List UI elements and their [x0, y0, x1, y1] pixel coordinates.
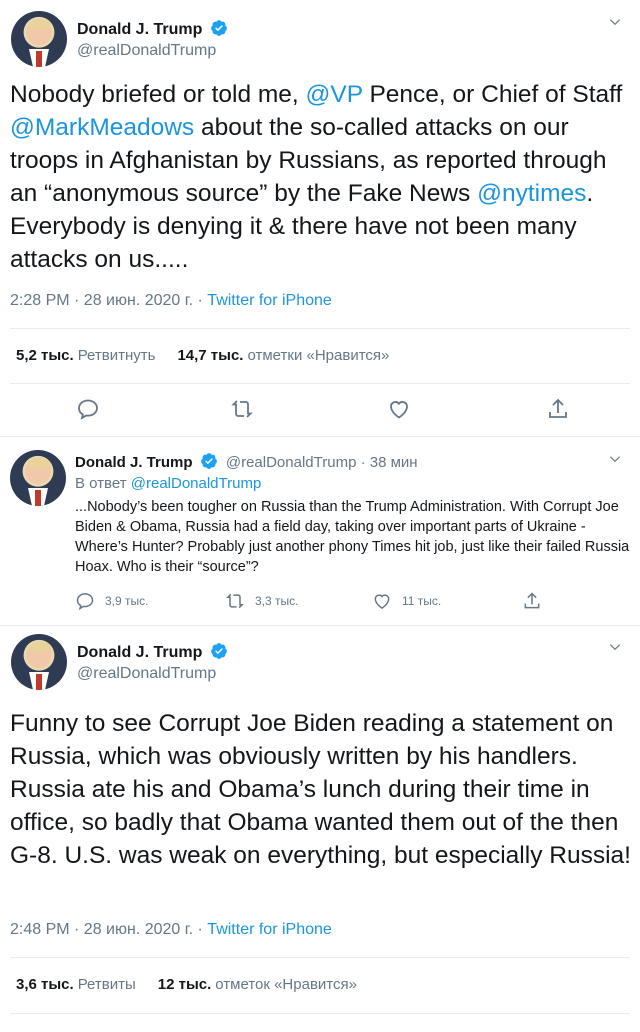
avatar[interactable] [11, 634, 67, 690]
retweets-stat[interactable]: 3,6 тыс. Ретвиты [16, 976, 136, 993]
mention-nytimes[interactable]: @nytimes [477, 180, 586, 207]
heart-icon [390, 401, 408, 419]
tweet3-meta: 2:48 PM · 28 июн. 2020 г. · Twitter for … [10, 921, 332, 939]
share-icon [524, 592, 540, 609]
reply-icon [76, 593, 94, 611]
tweet3-text: Funny to see Corrupt Joe Biden reading a… [10, 710, 631, 869]
reply-icon [78, 399, 98, 420]
timestamp[interactable]: 2:28 PM · 28 июн. 2020 г. · [10, 292, 207, 309]
reply-count: 3,9 тыс. [105, 594, 149, 608]
verified-badge-icon [210, 19, 227, 36]
share-button[interactable] [522, 591, 552, 611]
chevron-down-icon[interactable] [608, 15, 622, 29]
retweets-stat[interactable]: 5,2 тыс. Ретвитнуть [16, 347, 155, 364]
author-name[interactable]: Donald J. Trump [77, 21, 202, 38]
avatar[interactable] [11, 11, 67, 67]
reply-button[interactable]: 3,9 тыс. [75, 591, 148, 611]
divider [10, 328, 630, 329]
tweet-text-part: Pence, or Chief of Staff [362, 81, 623, 108]
tweet3-header: Donald J. Trump @realDonaldTrump [11, 634, 228, 690]
tweet1-meta: 2:28 PM · 28 июн. 2020 г. · Twitter for … [10, 292, 332, 310]
author-name[interactable]: Donald J. Trump [75, 454, 193, 471]
author-handle-time[interactable]: @realDonaldTrump · 38 мин [226, 454, 418, 471]
chevron-down-icon[interactable] [608, 452, 622, 466]
source-link[interactable]: Twitter for iPhone [207, 292, 332, 309]
reply-button[interactable] [76, 397, 102, 423]
likes-label: отметки «Нравится» [247, 347, 390, 364]
verified-badge-icon [200, 453, 217, 469]
tweet1-stats: 5,2 тыс. Ретвитнуть 14,7 тыс. отметки «Нра… [16, 347, 389, 364]
tweet1-actions [0, 397, 640, 427]
chevron-down-icon[interactable] [608, 640, 622, 654]
in-reply-handle[interactable]: @realDonaldTrump [131, 475, 262, 492]
share-button[interactable] [546, 397, 572, 423]
author-name[interactable]: Donald J. Trump [77, 644, 202, 661]
in-reply-to: В ответ @realDonaldTrump [75, 475, 261, 492]
divider [0, 625, 640, 626]
verified-badge-icon [210, 642, 227, 659]
retweet-button[interactable]: 3,3 тыс. [225, 591, 298, 611]
heart-icon [374, 594, 390, 609]
divider [10, 957, 630, 958]
likes-count: 12 тыс. [157, 976, 212, 993]
retweet-icon [226, 593, 244, 609]
likes-stat[interactable]: 14,7 тыс. отметки «Нравится» [177, 347, 389, 364]
author-handle[interactable]: @realDonaldTrump [77, 42, 228, 60]
likes-stat[interactable]: 12 тыс. отметок «Нравится» [158, 976, 357, 993]
divider [10, 383, 630, 384]
retweet-count: 3,3 тыс. [255, 594, 299, 608]
in-reply-prefix: В ответ [75, 475, 131, 492]
avatar[interactable] [10, 450, 66, 506]
tweet1-header: Donald J. Trump @realDonaldTrump [11, 11, 228, 67]
tweet3-stats: 3,6 тыс. Ретвиты 12 тыс. отметок «Нравится… [16, 976, 357, 993]
source-link[interactable]: Twitter for iPhone [207, 921, 332, 938]
like-count: 11 тыс. [402, 594, 442, 608]
retweets-label: Ретвиты [77, 976, 136, 993]
reply-tweet[interactable]: Donald J. Trump @realDonaldTrump · 38 ми… [0, 437, 640, 625]
like-button[interactable]: 11 тыс. [372, 591, 441, 611]
retweets-count: 5,2 тыс. [16, 347, 74, 364]
retweet-icon [231, 400, 253, 418]
likes-count: 14,7 тыс. [177, 347, 244, 364]
retweet-button[interactable] [230, 397, 256, 423]
like-button[interactable] [387, 397, 413, 423]
retweets-count: 3,6 тыс. [16, 976, 74, 993]
reply-header: Donald J. Trump @realDonaldTrump · 38 ми… [75, 452, 418, 471]
tweet-text-part: Nobody briefed or told me, [10, 81, 306, 108]
retweets-label: Ретвитнуть [77, 347, 156, 364]
timestamp[interactable]: 2:48 PM · 28 июн. 2020 г. · [10, 921, 207, 938]
author-handle[interactable]: @realDonaldTrump [77, 665, 228, 683]
mention-markmeadows[interactable]: @MarkMeadows [10, 114, 194, 141]
tweet1-text: Nobody briefed or told me, @VP Pence, or… [10, 78, 632, 276]
mention-vp[interactable]: @VP [306, 81, 363, 108]
divider [10, 1013, 630, 1014]
share-icon [549, 398, 567, 418]
reply-text: ...Nobody’s been tougher on Russia than … [75, 499, 630, 575]
likes-label: отметок «Нравится» [215, 976, 357, 993]
